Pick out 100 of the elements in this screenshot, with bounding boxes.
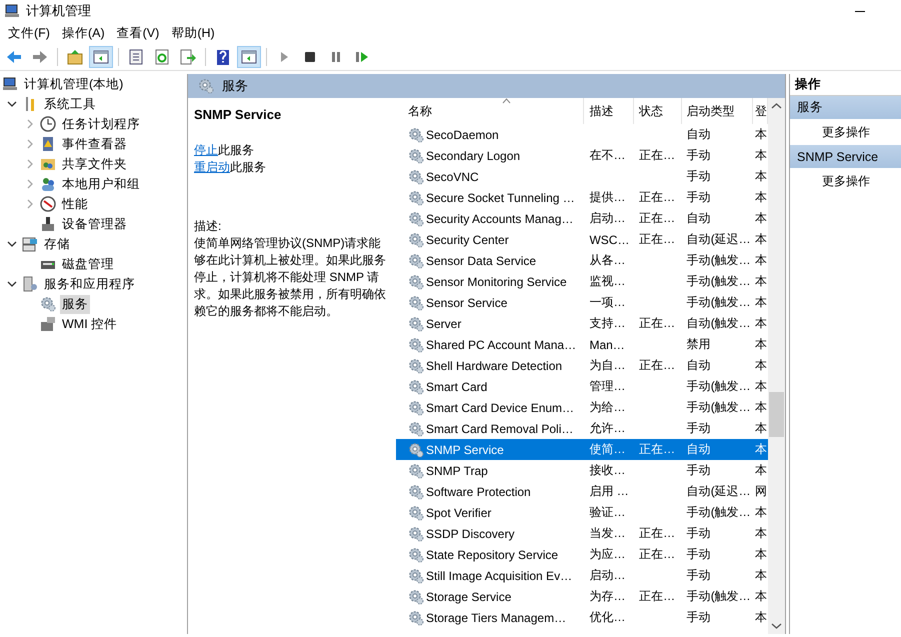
tree-item[interactable]: 事件查看器 <box>60 134 129 154</box>
tree-item[interactable]: 共享文件夹 <box>60 154 129 174</box>
service-row[interactable]: Security Accounts Manag… 启动… 正在… 自动 本 <box>396 208 768 229</box>
table-cell: 本 <box>755 589 768 603</box>
service-name: Shell Hardware Detection <box>426 358 562 372</box>
service-row[interactable]: SNMP Trap 接收… 手动 本 <box>396 460 768 481</box>
minimize-button[interactable] <box>855 10 865 12</box>
service-row[interactable]: Storage Service 为存… 正在… 手动(触发… 本 <box>396 586 768 607</box>
service-row[interactable]: Shared PC Account Mana… Man… 禁用 本 <box>396 334 768 355</box>
tree-item[interactable]: 计算机管理(本地) <box>22 74 126 94</box>
action-link[interactable]: 重启动 <box>194 160 230 174</box>
tree-item[interactable]: 磁盘管理 <box>60 254 116 274</box>
tree-item[interactable]: 本地用户和组 <box>60 174 142 194</box>
service-name: Software Protection <box>426 484 531 498</box>
toolbar-button[interactable] <box>89 46 113 68</box>
gear-icon <box>408 336 424 352</box>
service-row[interactable]: SecoDaemon 自动 本 <box>396 124 768 145</box>
service-row[interactable]: Security Center WSC… 正在… 自动(延迟… 本 <box>396 229 768 250</box>
service-title: SNMP Service <box>194 106 282 123</box>
gear-icon <box>408 148 424 164</box>
service-name: State Repository Service <box>426 548 558 562</box>
service-row[interactable]: Sensor Monitoring Service 监视… 手动(触发… 本 <box>396 271 768 292</box>
table-cell: 管理… <box>589 379 626 393</box>
service-row[interactable]: Storage Tiers Managem… 优化… 手动 本 <box>396 607 768 628</box>
service-row[interactable]: Spot Verifier 验证… 手动(触发… 本 <box>396 502 768 523</box>
service-row[interactable]: Sensor Data Service 从各… 手动(触发… 本 <box>396 250 768 271</box>
expanded-chevron-icon[interactable] <box>7 279 17 289</box>
service-row[interactable]: Server 支持… 正在… 自动(触发… 本 <box>396 313 768 334</box>
scroll-down-icon[interactable] <box>771 622 782 630</box>
tree-item[interactable]: WMI 控件 <box>60 314 120 334</box>
table-cell: 正在… <box>639 358 676 372</box>
actions-section-header[interactable]: SNMP Service <box>790 145 901 168</box>
table-cell: 手动(触发… <box>686 379 751 393</box>
collapsed-chevron-icon[interactable] <box>25 159 35 169</box>
service-row[interactable]: State Repository Service 为应… 正在… 手动 本 <box>396 544 768 565</box>
service-name: SNMP Service <box>426 442 504 456</box>
computer-icon <box>2 76 18 92</box>
table-cell: 正在… <box>639 526 676 540</box>
scroll-up-icon[interactable] <box>771 102 782 110</box>
service-row[interactable]: Sensor Service 一项… 手动(触发… 本 <box>396 292 768 313</box>
menu-item[interactable]: 操作(A) <box>56 22 111 44</box>
action-item[interactable]: 更多操作 <box>790 119 901 145</box>
users-icon <box>40 176 56 192</box>
menu-item[interactable]: 帮助(H) <box>165 22 221 44</box>
service-row[interactable]: Still Image Acquisition Ev… 启动… 手动 本 <box>396 565 768 586</box>
actions-section-header[interactable]: 服务 <box>790 96 901 119</box>
service-row[interactable]: Smart Card 管理… 手动(触发… 本 <box>396 376 768 397</box>
tree-item[interactable]: 设备管理器 <box>60 214 129 234</box>
expanded-chevron-icon[interactable] <box>7 99 17 109</box>
table-cell: 自动(延迟… <box>686 484 751 498</box>
service-row[interactable]: Secondary Logon 在不… 正在… 手动 本 <box>396 145 768 166</box>
tree-item[interactable]: 系统工具 <box>42 94 98 114</box>
table-cell: 手动(触发… <box>686 295 751 309</box>
action-link[interactable]: 停止 <box>194 143 218 157</box>
tree-item[interactable]: 存储 <box>42 234 72 254</box>
service-row[interactable]: SSDP Discovery 当发… 正在… 手动 本 <box>396 523 768 544</box>
expanded-chevron-icon[interactable] <box>7 239 17 249</box>
service-row[interactable]: Secure Socket Tunneling … 提供… 正在… 手动 本 <box>396 187 768 208</box>
clock-icon <box>40 116 56 132</box>
collapsed-chevron-icon[interactable] <box>25 199 35 209</box>
gear-icon <box>408 252 424 268</box>
gear-icon <box>408 504 424 520</box>
resume-icon <box>354 49 370 65</box>
table-cell: 手动 <box>686 526 711 540</box>
table-cell: 本 <box>755 232 768 246</box>
tree-item[interactable]: 任务计划程序 <box>60 114 142 134</box>
service-row[interactable]: Smart Card Removal Poli… 允许… 手动 本 <box>396 418 768 439</box>
table-cell: 自动 <box>686 211 711 225</box>
service-name: SNMP Trap <box>426 464 488 478</box>
stop-icon <box>302 49 318 65</box>
column-header[interactable]: 名称 <box>396 98 584 124</box>
service-row[interactable]: Smart Card Device Enum… 为给… 手动(触发… 本 <box>396 397 768 418</box>
column-header[interactable]: 状态 <box>634 98 682 124</box>
service-name: Server <box>426 316 462 330</box>
action-item[interactable]: 更多操作 <box>790 168 901 194</box>
toolbar-button[interactable] <box>237 46 261 68</box>
table-cell: 本 <box>755 253 768 267</box>
collapsed-chevron-icon[interactable] <box>25 179 35 189</box>
service-row[interactable]: Software Protection 启用 … 自动(延迟… 网 <box>396 481 768 502</box>
tree-item[interactable]: 服务 <box>60 294 90 314</box>
menu-item[interactable]: 文件(F) <box>2 22 56 44</box>
gear-icon <box>408 610 424 626</box>
table-cell: 本 <box>755 610 768 624</box>
service-row[interactable]: SecoVNC 手动 本 <box>396 166 768 187</box>
table-cell: 本 <box>755 568 768 582</box>
scroll-thumb[interactable] <box>769 392 784 437</box>
table-cell: 为自… <box>589 358 626 372</box>
tree-item[interactable]: 服务和应用程序 <box>42 274 137 294</box>
tree-item[interactable]: 性能 <box>60 194 90 214</box>
scrollbar[interactable] <box>768 98 785 634</box>
collapsed-chevron-icon[interactable] <box>25 119 35 129</box>
menu-item[interactable]: 查看(V) <box>110 22 166 44</box>
column-header[interactable]: 启动类型 <box>682 98 754 124</box>
service-row[interactable]: Shell Hardware Detection 为自… 正在… 自动 本 <box>396 355 768 376</box>
column-header[interactable]: 描述 <box>584 98 634 124</box>
gear-icon <box>408 378 424 394</box>
collapsed-chevron-icon[interactable] <box>25 139 35 149</box>
table-cell: 本 <box>755 547 768 561</box>
table-cell: 支持… <box>589 316 626 330</box>
service-row[interactable]: SNMP Service 使简… 正在… 自动 本 <box>396 439 768 460</box>
